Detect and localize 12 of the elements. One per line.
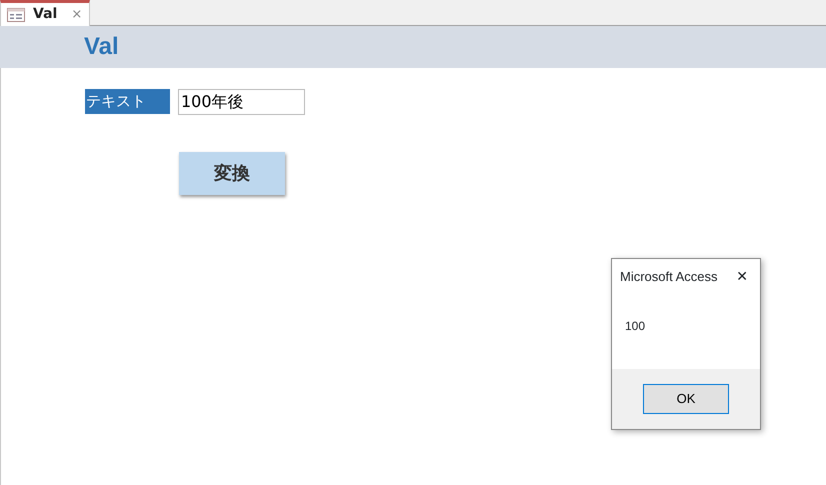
field-label: テキスト	[85, 89, 170, 114]
form-title: Val	[84, 32, 119, 62]
tab-label: Val	[33, 5, 58, 24]
close-tab-button[interactable]: ×	[71, 4, 82, 24]
text-field[interactable]: 100年後	[178, 89, 305, 115]
dialog-title: Microsoft Access	[620, 268, 718, 286]
form-icon	[7, 8, 25, 22]
ok-button[interactable]: OK	[643, 384, 729, 414]
dialog-message: 100	[625, 318, 646, 332]
document-tab[interactable]: Val ×	[0, 0, 90, 26]
close-button[interactable]: ✕	[736, 270, 748, 284]
convert-button[interactable]: 変換	[179, 152, 285, 195]
